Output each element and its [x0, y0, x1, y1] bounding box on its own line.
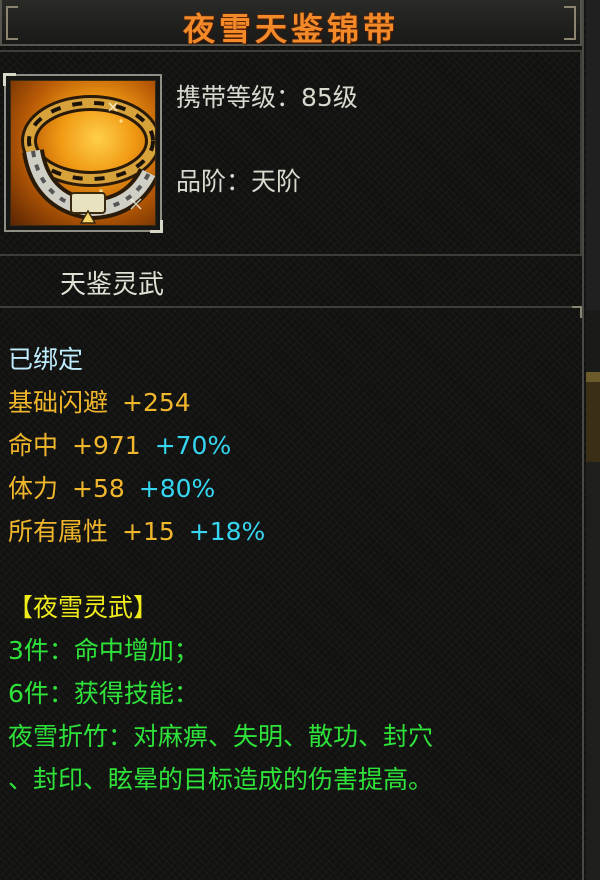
stat-percent: +18% — [188, 517, 266, 546]
stats-list: 已绑定 基础闪避 +254 命中 +971 +70% 体力 +58 +80% 所有属性 +1… — [8, 338, 265, 553]
set-bonus-line: 6件：获得技能： — [8, 679, 199, 708]
item-grade: 品阶：天阶 — [176, 167, 302, 196]
set-bonus-line: 3件：命中增加； — [8, 636, 199, 665]
stat-percent: +70% — [154, 431, 232, 460]
carry-level: 携带等级：85级 — [176, 83, 358, 112]
set-skill-description: 、封印、眩晕的目标造成的伤害提高。 — [8, 765, 434, 794]
stat-name: 基础闪避 — [8, 388, 109, 417]
set-skill-description: 夜雪折竹：对麻痹、失明、散功、封穴 — [8, 722, 434, 751]
title-bar: 夜雪天鉴锦带 — [0, 0, 582, 48]
section-divider — [0, 306, 582, 318]
set-bonus-section: 【夜雪灵武】 3件：命中增加； 6件：获得技能： 夜雪折竹：对麻痹、失明、散功、… — [8, 586, 433, 801]
stat-row: 基础闪避 +254 — [8, 381, 265, 424]
stat-row: 体力 +58 +80% — [8, 467, 265, 510]
stat-name: 体力 — [8, 474, 59, 503]
item-category: 天鉴灵武 — [60, 270, 165, 300]
set-title: 【夜雪灵武】 — [8, 593, 159, 622]
item-tooltip-window: 夜雪天鉴锦带 携带等级：85级 品阶：天阶 天鉴灵武 已绑定 基础闪避 +254… — [0, 0, 600, 880]
item-name: 夜雪天鉴锦带 — [182, 10, 399, 48]
stat-base: +15 — [122, 517, 175, 546]
item-icon-slot[interactable] — [3, 73, 163, 233]
stat-name: 命中 — [8, 431, 59, 460]
stat-base: +971 — [72, 431, 141, 460]
stat-row: 所有属性 +15 +18% — [8, 510, 265, 553]
stat-name: 所有属性 — [8, 517, 109, 546]
bound-status: 已绑定 — [8, 345, 84, 374]
stat-base: +254 — [122, 388, 191, 417]
stat-row: 命中 +971 +70% — [8, 424, 265, 467]
stat-percent: +80% — [138, 474, 216, 503]
belt-icon — [10, 80, 156, 226]
item-info-section: 携带等级：85级 品阶：天阶 — [0, 50, 582, 256]
stat-base: +58 — [72, 474, 125, 503]
tooltip-panel: 夜雪天鉴锦带 携带等级：85级 品阶：天阶 天鉴灵武 已绑定 基础闪避 +254… — [0, 0, 584, 880]
background-window-edge — [586, 0, 600, 880]
